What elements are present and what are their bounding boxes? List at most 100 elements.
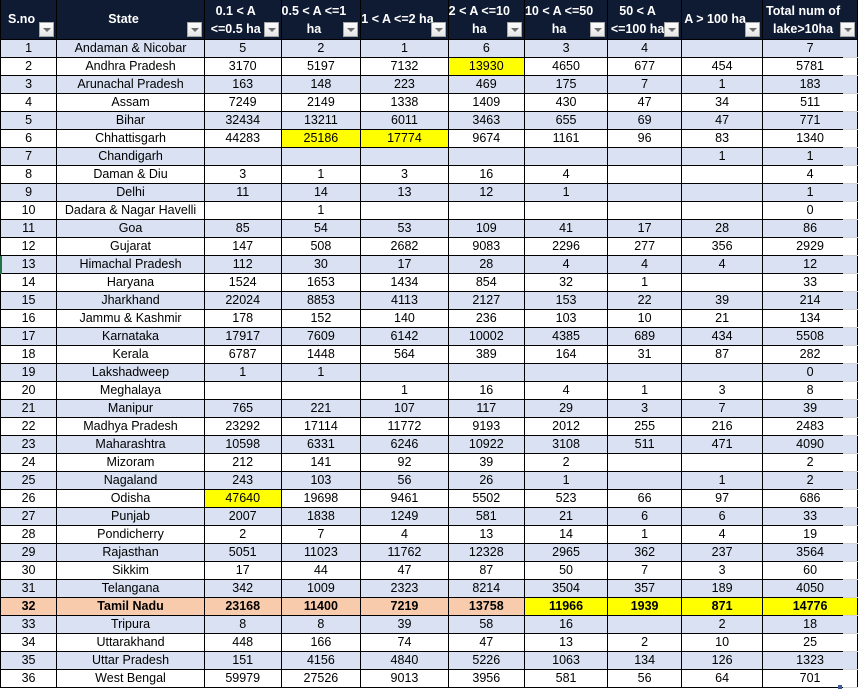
cell-0-5-to-1-ha[interactable]: 8853 [280,291,362,310]
table-row[interactable]: 8 Daman & Diu 3 1 3 16 4 4 [0,165,858,184]
cell-0-1-to-0-5-ha[interactable]: 448 [203,633,282,652]
cell-2-to-10-ha[interactable]: 28 [447,255,525,274]
cell-50-to-100-ha[interactable]: 357 [607,579,683,598]
cell-over-100-ha[interactable]: 471 [681,435,764,454]
cell-state[interactable]: Maharashtra [56,435,205,454]
cell-2-to-10-ha[interactable]: 5502 [447,489,525,508]
cell-1-to-2-ha[interactable]: 107 [360,399,449,418]
cell-over-100-ha[interactable] [681,165,764,184]
cell-state[interactable]: Himachal Pradesh [56,255,205,274]
table-row[interactable]: 5 Bihar 32434 13211 6011 3463 655 69 47 771 [0,111,858,130]
cell-50-to-100-ha[interactable]: 1 [607,273,683,292]
cell-sno[interactable]: 34 [0,633,58,652]
cell-0-5-to-1-ha[interactable]: 11400 [280,597,362,616]
cell-1-to-2-ha[interactable]: 223 [360,75,449,94]
table-row[interactable]: 3 Arunachal Pradesh 163 148 223 469 175 7 1 183 [0,75,858,94]
cell-0-5-to-1-ha[interactable]: 1009 [280,579,362,598]
cell-0-5-to-1-ha[interactable]: 30 [280,255,362,274]
cell-2-to-10-ha[interactable]: 87 [447,561,525,580]
cell-10-to-50-ha[interactable]: 1 [523,183,609,202]
cell-over-100-ha[interactable]: 126 [681,651,764,670]
cell-10-to-50-ha[interactable]: 581 [523,669,609,688]
cell-0-1-to-0-5-ha[interactable]: 243 [203,471,282,490]
cell-2-to-10-ha[interactable]: 58 [447,615,525,634]
cell-2-to-10-ha[interactable]: 581 [447,507,525,526]
cell-state[interactable]: Gujarat [56,237,205,256]
cell-0-5-to-1-ha[interactable]: 1 [280,165,362,184]
cell-50-to-100-ha[interactable]: 3 [607,399,683,418]
cell-2-to-10-ha[interactable]: 13930 [447,57,525,76]
cell-state[interactable]: Odisha [56,489,205,508]
table-row[interactable]: 30 Sikkim 17 44 47 87 50 7 3 60 [0,561,858,580]
cell-0-1-to-0-5-ha[interactable] [203,381,282,400]
cell-state[interactable]: Telangana [56,579,205,598]
cell-sno[interactable]: 33 [0,615,58,634]
cell-state[interactable]: Rajasthan [56,543,205,562]
cell-1-to-2-ha[interactable]: 4113 [360,291,449,310]
table-row[interactable]: 11 Goa 85 54 53 109 41 17 28 86 [0,219,858,238]
cell-0-5-to-1-ha[interactable] [280,147,362,166]
cell-0-1-to-0-5-ha[interactable]: 147 [203,237,282,256]
cell-0-5-to-1-ha[interactable]: 27526 [280,669,362,688]
filter-dropdown-icon[interactable] [664,22,680,37]
cell-10-to-50-ha[interactable] [523,363,609,382]
cell-over-100-ha[interactable]: 237 [681,543,764,562]
cell-state[interactable]: Uttar Pradesh [56,651,205,670]
cell-50-to-100-ha[interactable]: 7 [607,561,683,580]
column-header-1-to-2-ha[interactable]: 1 < A <=2 ha [360,0,449,40]
cell-0-5-to-1-ha[interactable]: 103 [280,471,362,490]
cell-1-to-2-ha[interactable]: 1249 [360,507,449,526]
cell-2-to-10-ha[interactable]: 16 [447,381,525,400]
table-row[interactable]: 18 Kerala 6787 1448 564 389 164 31 87 282 [0,345,858,364]
cell-over-100-ha[interactable]: 10 [681,633,764,652]
cell-0-5-to-1-ha[interactable]: 14 [280,183,362,202]
cell-1-to-2-ha[interactable]: 4840 [360,651,449,670]
cell-0-1-to-0-5-ha[interactable]: 7249 [203,93,282,112]
cell-10-to-50-ha[interactable]: 21 [523,507,609,526]
cell-10-to-50-ha[interactable]: 1161 [523,129,609,148]
table-row[interactable]: 27 Punjab 2007 1838 1249 581 21 6 6 33 [0,507,858,526]
table-row[interactable]: 4 Assam 7249 2149 1338 1409 430 47 34 511 [0,93,858,112]
cell-sno[interactable]: 28 [0,525,58,544]
cell-0-1-to-0-5-ha[interactable]: 3 [203,165,282,184]
table-row[interactable]: 21 Manipur 765 221 107 117 29 3 7 39 [0,399,858,418]
cell-0-1-to-0-5-ha[interactable]: 1 [203,363,282,382]
cell-0-5-to-1-ha[interactable]: 141 [280,453,362,472]
cell-1-to-2-ha[interactable]: 9013 [360,669,449,688]
cell-over-100-ha[interactable]: 356 [681,237,764,256]
table-row[interactable]: 33 Tripura 8 8 39 58 16 2 18 [0,615,858,634]
cell-0-5-to-1-ha[interactable]: 1448 [280,345,362,364]
cell-1-to-2-ha[interactable]: 6011 [360,111,449,130]
cell-over-100-ha[interactable]: 4 [681,525,764,544]
cell-state[interactable]: Jammu & Kashmir [56,309,205,328]
cell-10-to-50-ha[interactable]: 14 [523,525,609,544]
cell-0-1-to-0-5-ha[interactable]: 1524 [203,273,282,292]
cell-2-to-10-ha[interactable]: 9674 [447,129,525,148]
cell-10-to-50-ha[interactable]: 523 [523,489,609,508]
cell-state[interactable]: Tamil Nadu [56,597,205,616]
cell-2-to-10-ha[interactable]: 9083 [447,237,525,256]
cell-sno[interactable]: 17 [0,327,58,346]
cell-sno[interactable]: 20 [0,381,58,400]
cell-10-to-50-ha[interactable]: 2965 [523,543,609,562]
cell-0-5-to-1-ha[interactable]: 17114 [280,417,362,436]
cell-10-to-50-ha[interactable]: 153 [523,291,609,310]
cell-sno[interactable]: 10 [0,201,58,220]
cell-sno[interactable]: 21 [0,399,58,418]
cell-50-to-100-ha[interactable]: 31 [607,345,683,364]
filter-dropdown-icon[interactable] [263,22,279,37]
table-row[interactable]: 32 Tamil Nadu 23168 11400 7219 13758 11966 1939… [0,597,858,616]
cell-2-to-10-ha[interactable]: 16 [447,165,525,184]
cell-1-to-2-ha[interactable]: 11762 [360,543,449,562]
column-header-0-5-to-1-ha[interactable]: 0.5 < A <=1 ha [280,0,362,40]
cell-50-to-100-ha[interactable]: 511 [607,435,683,454]
cell-0-1-to-0-5-ha[interactable]: 5 [203,39,282,58]
cell-over-100-ha[interactable]: 6 [681,507,764,526]
cell-1-to-2-ha[interactable] [360,363,449,382]
cell-50-to-100-ha[interactable]: 255 [607,417,683,436]
cell-state[interactable]: Lakshadweep [56,363,205,382]
table-row[interactable]: 9 Delhi 11 14 13 12 1 1 [0,183,858,202]
cell-2-to-10-ha[interactable]: 3463 [447,111,525,130]
cell-over-100-ha[interactable]: 454 [681,57,764,76]
cell-1-to-2-ha[interactable] [360,201,449,220]
